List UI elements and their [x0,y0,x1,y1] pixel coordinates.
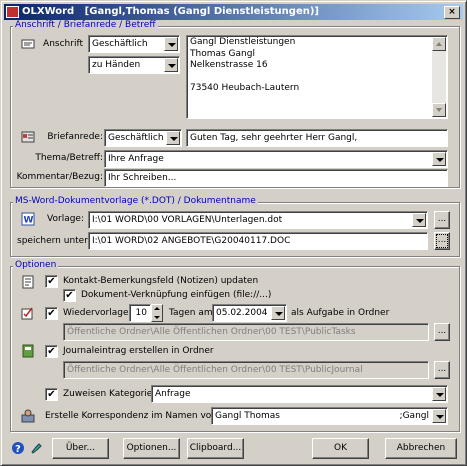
close-icon[interactable]: × [444,6,460,19]
on-behalf-label: Erstelle Korrespondenz im Namen von: [45,411,221,421]
address-textarea[interactable]: Gangl Dienstleistungen Thomas Gangl Nelk… [186,35,448,119]
browse-save-path-button[interactable]: ... [434,232,450,250]
clipboard-button[interactable]: Clipboard... [187,438,244,459]
olxword-dialog: OLXWord [Gangl,Thomas (Gangl Dienstleist… [0,0,467,466]
chevron-down-icon[interactable] [432,409,446,423]
address-line: Gangl Dienstleistungen [190,37,296,47]
resubmit-days-input[interactable]: 10 [129,304,151,322]
template-label: Vorlage: [47,214,84,224]
doc-link-label: Dokument-Verknüpfung einfügen (file://..… [81,290,272,300]
scroll-up-icon[interactable] [432,37,446,51]
options-button[interactable]: Optionen... [123,438,180,459]
chevron-down-icon[interactable] [271,306,285,320]
save-path-input[interactable]: I:\01 WORD\02 ANGEBOTE\G20040117.DOC [88,232,428,250]
ok-button[interactable]: OK [312,438,369,459]
salutation-type-select[interactable]: Geschäftlich [104,129,182,147]
notes-icon [22,275,34,289]
subject-label: Thema/Betreff: [35,153,103,163]
window-title: OLXWord [Gangl,Thomas (Gangl Dienstleist… [22,6,319,17]
chevron-down-icon[interactable] [166,131,180,145]
category-checkbox[interactable]: ✔ [45,388,58,401]
category-label: Zuweisen Kategorie: [63,389,156,399]
template-group-title: MS-Word-Dokumentvorlage (*.DOT) / Dokume… [13,196,258,206]
template-select[interactable]: I:\01 WORD\00 VORLAGEN\Unterlagen.dot [88,211,428,229]
resubmit-checkbox[interactable]: ✔ [45,307,58,320]
app-icon [6,6,19,18]
chevron-down-icon[interactable] [164,58,178,72]
options-group-title: Optionen [13,260,59,270]
address-type-select[interactable]: Geschäftlich [88,35,180,53]
word-document-icon: W [21,212,35,226]
update-notes-checkbox[interactable]: ✔ [45,275,58,288]
update-notes-label: Kontakt-Bemerkungsfeld (Notizen) updaten [63,276,259,286]
on-behalf-select[interactable]: Gangl Thomas ;Gangl [211,407,448,425]
about-button[interactable]: Über... [52,438,109,459]
chevron-down-icon[interactable] [164,37,178,51]
task-icon [21,307,33,320]
attention-select[interactable]: zu Händen [88,56,180,74]
anschrift-label: Anschrift [43,39,83,49]
browse-tasks-folder-button[interactable]: ... [434,323,450,341]
user-icon [21,409,35,423]
help-icon[interactable]: ? [11,441,25,455]
address-line: 73540 Heubach-Lautern [190,82,300,93]
save-as-label: speichern unter: [17,236,91,246]
svg-text:W: W [24,216,34,226]
comment-label: Kommentar/Bezug: [16,172,103,182]
address-line [190,72,444,83]
subject-select[interactable]: Ihre Anfrage [104,150,448,168]
journal-icon [22,344,34,358]
scroll-down-icon[interactable] [432,103,446,117]
resubmit-target-label: als Aufgabe in Ordner [291,308,390,318]
address-line: Thomas Gangl [190,48,255,59]
address-group-title: Anschrift / Briefanrede / Betreff [13,20,158,30]
days-suffix-label: Tagen am [169,308,213,318]
journal-folder-input[interactable]: Öffentliche Ordner\Alle Öffentlichen Ord… [63,361,429,379]
comment-input[interactable]: Ihr Schreiben... [104,169,448,187]
resubmit-date-picker[interactable]: 05.02.2004 [212,304,287,322]
category-select[interactable]: Anfrage [151,385,448,403]
doc-link-checkbox[interactable]: ✔ [63,289,76,302]
address-card-icon [21,39,35,49]
days-stepper[interactable] [151,304,163,322]
salutation-input[interactable]: Guten Tag, sehr geehrter Herr Gangl, [186,129,448,147]
chevron-down-icon[interactable] [432,152,446,166]
chevron-down-icon[interactable] [412,213,426,227]
journal-checkbox[interactable]: ✔ [45,345,58,358]
address-scrollbar[interactable] [432,37,446,117]
browse-template-button[interactable]: ... [434,211,450,229]
browse-journal-folder-button[interactable]: ... [434,361,450,379]
journal-label: Journaleintrag erstellen in Ordner [63,346,214,356]
cancel-button[interactable]: Abbrechen [385,438,457,459]
chevron-down-icon[interactable] [432,387,446,401]
pin-icon[interactable] [29,441,43,455]
salutation-label: Briefanrede: [47,132,103,142]
address-line: Nelkenstrasse 16 [190,60,268,70]
svg-text:?: ? [15,444,21,455]
title-bar[interactable]: OLXWord [Gangl,Thomas (Gangl Dienstleist… [4,4,463,20]
tasks-folder-input[interactable]: Öffentliche Ordner\Alle Öffentlichen Ord… [63,323,429,341]
